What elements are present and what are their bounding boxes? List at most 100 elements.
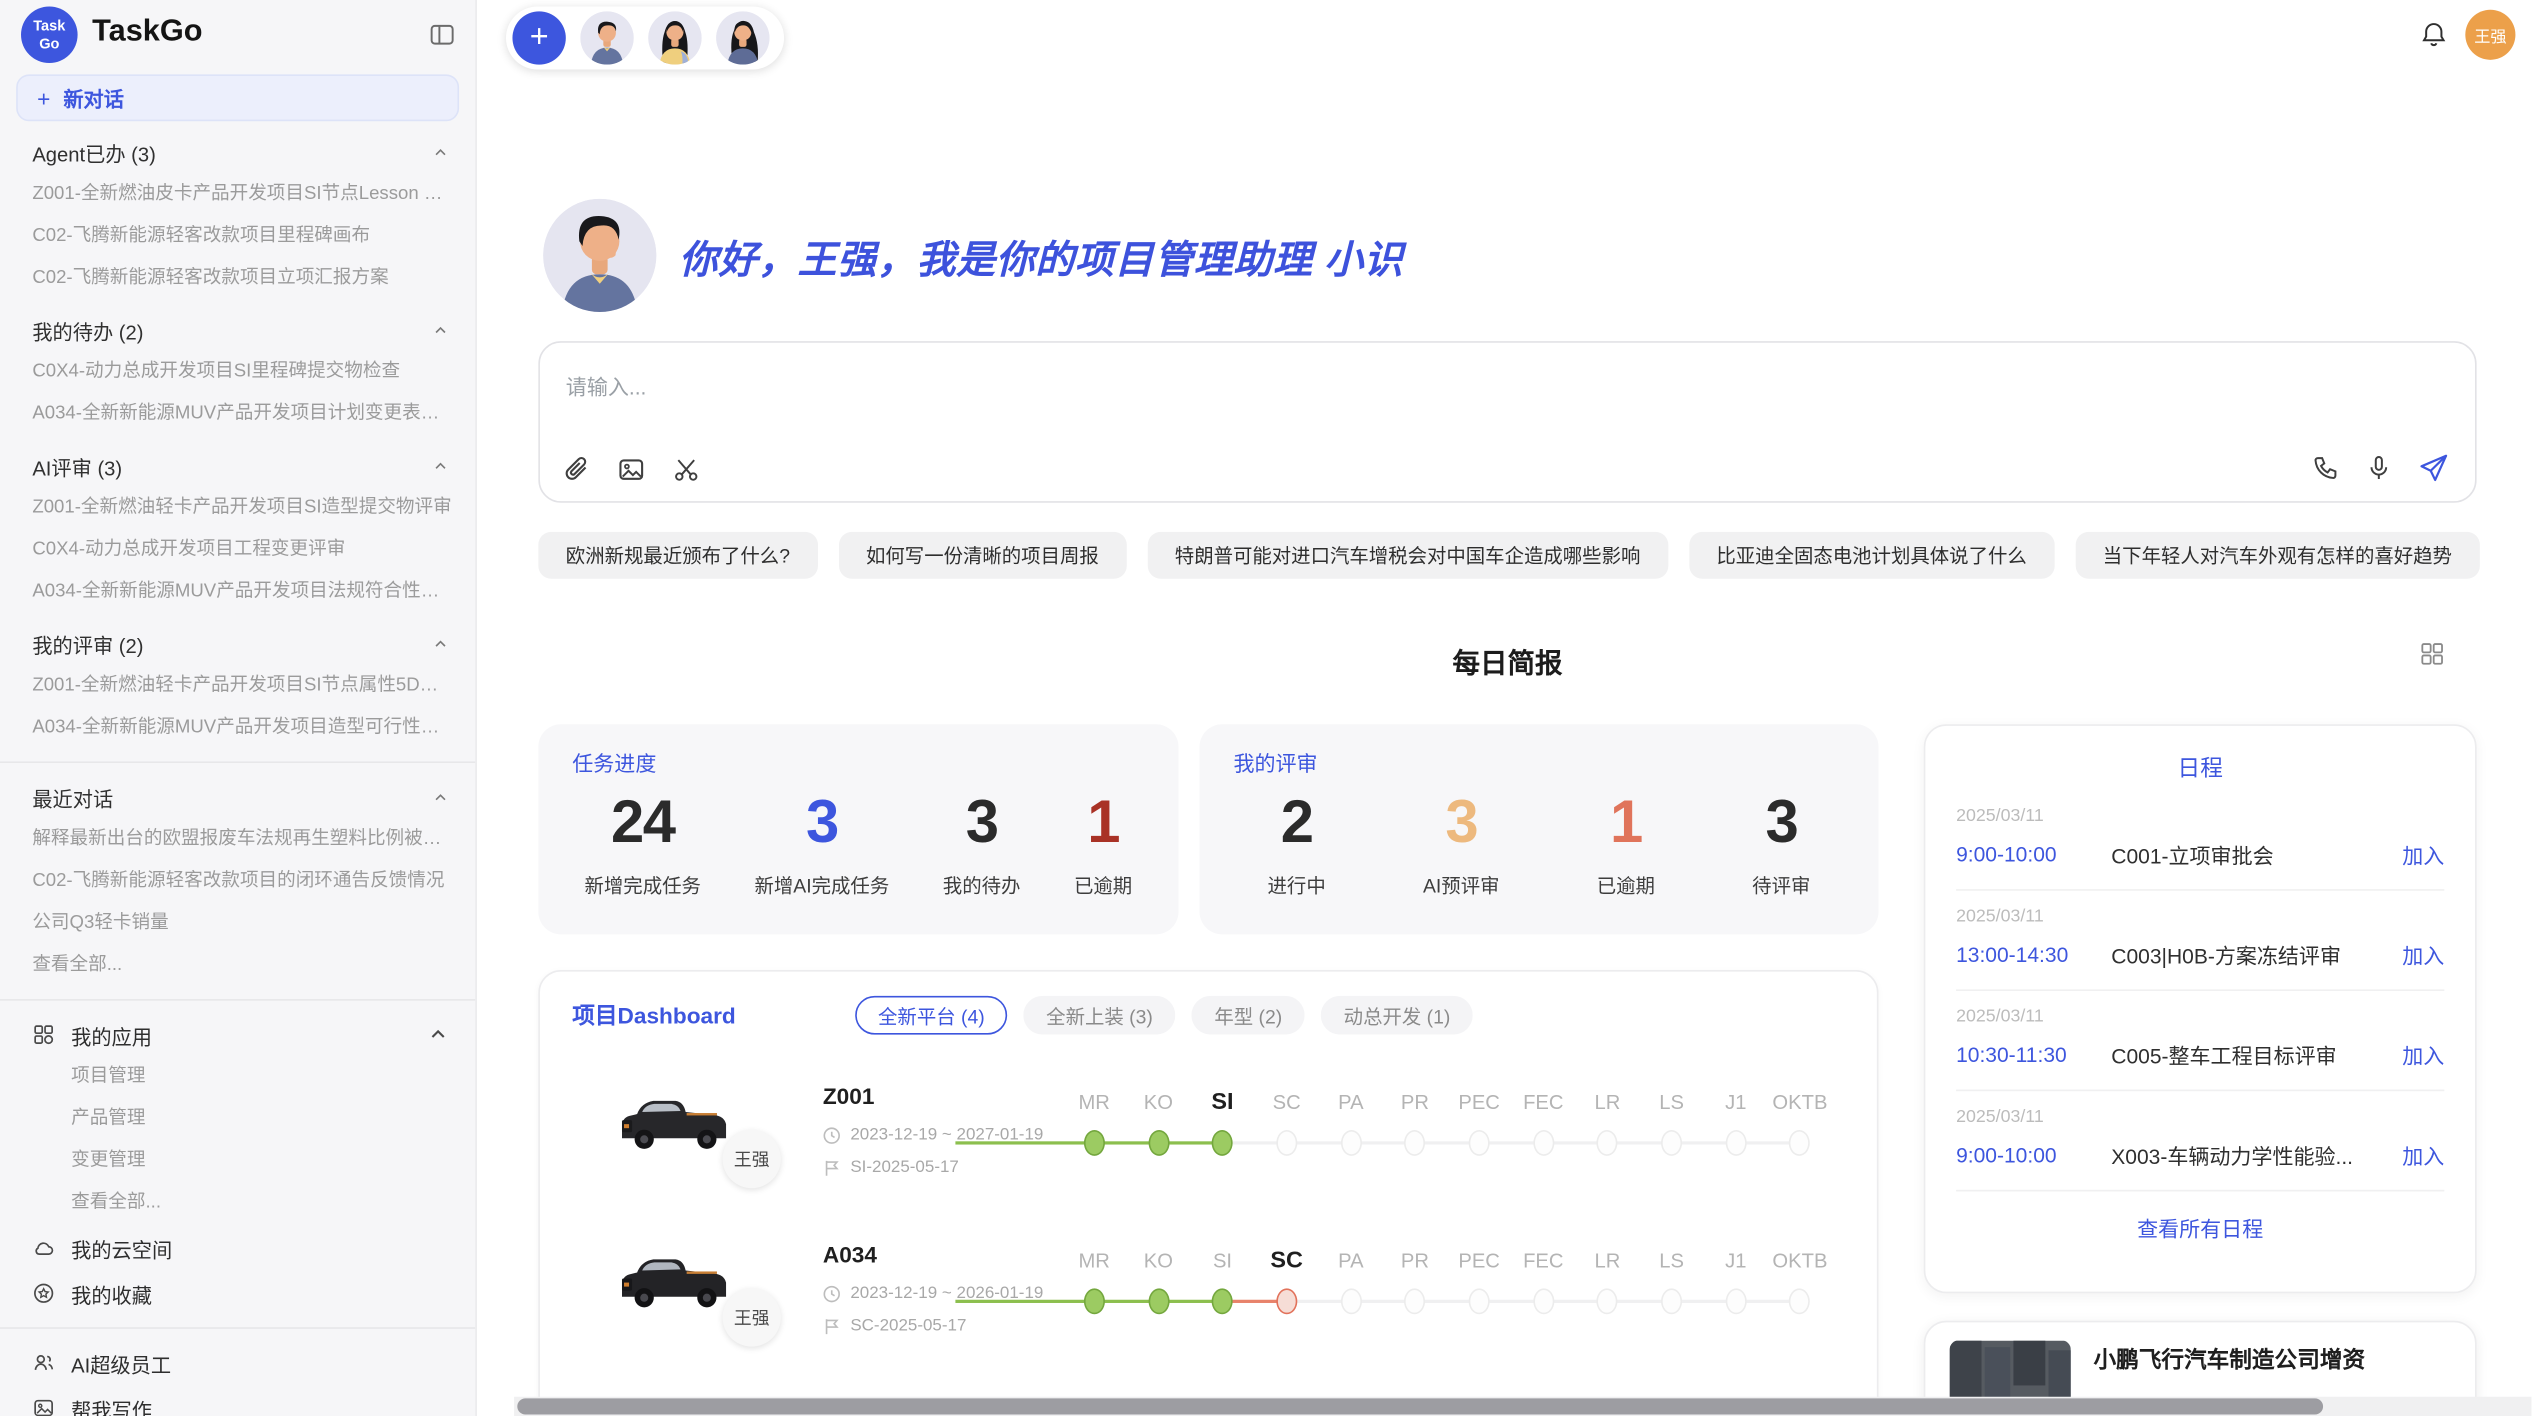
dashboard-tab[interactable]: 动总开发 (1) bbox=[1321, 996, 1473, 1035]
phone-icon[interactable] bbox=[2312, 454, 2339, 481]
chevron-up-icon[interactable] bbox=[432, 635, 450, 653]
sidebar-task-item[interactable]: A034-全新新能源MUV产品开发项目造型可行性评审 bbox=[0, 706, 475, 748]
sidebar-divider bbox=[0, 761, 475, 763]
suggestion-chip[interactable]: 如何写一份清晰的项目周报 bbox=[839, 532, 1127, 579]
stat: 1 已逾期 bbox=[1074, 792, 1132, 898]
milestone-label: J1 bbox=[1704, 1088, 1768, 1117]
sidebar-task-item[interactable]: A034-全新新能源MUV产品开发项目法规符合性评审 bbox=[0, 571, 475, 613]
sidebar-item-ai-staff[interactable]: AI超级员工 bbox=[0, 1342, 475, 1384]
mic-icon[interactable] bbox=[2365, 454, 2392, 481]
join-meeting-link[interactable]: 加入 bbox=[2402, 1039, 2444, 1070]
crew-avatar-male[interactable] bbox=[580, 11, 633, 64]
milestone-label: OKTB bbox=[1768, 1088, 1832, 1117]
sidebar-item-my-apps[interactable]: 我的应用 bbox=[0, 1014, 475, 1056]
image-icon[interactable] bbox=[618, 456, 645, 483]
crew-avatar-female-1[interactable] bbox=[648, 11, 701, 64]
schedule-row: 9:00-10:00 C001-立项审批会 加入 bbox=[1956, 839, 2444, 870]
schedule-list: 2025/03/11 9:00-10:00 C001-立项审批会 加入 2025… bbox=[1956, 791, 2444, 1192]
new-chat-button[interactable]: + 新对话 bbox=[16, 74, 459, 121]
milestone-dot bbox=[1661, 1130, 1682, 1156]
sidebar-task-item[interactable]: C02-飞腾新能源轻客改款项目立项汇报方案 bbox=[0, 257, 475, 299]
stat-label: 新增AI完成任务 bbox=[754, 871, 889, 898]
dashboard-tab[interactable]: 年型 (2) bbox=[1192, 996, 1305, 1035]
recent-chat-item[interactable]: 公司Q3轻卡销量 bbox=[0, 902, 475, 944]
stat-label: 进行中 bbox=[1268, 871, 1326, 898]
chevron-up-icon[interactable] bbox=[432, 143, 450, 161]
schedule-row: 13:00-14:30 C003|H0B-方案冻结评审 加入 bbox=[1956, 939, 2444, 970]
project-row-a034[interactable]: 王强 A034 2023-12-19 ~ 2026-01-19 SC-2025-… bbox=[540, 1227, 1877, 1385]
chevron-up-icon[interactable] bbox=[432, 321, 450, 339]
milestone-si: SI bbox=[1190, 1088, 1254, 1164]
chevron-up-icon[interactable] bbox=[432, 457, 450, 475]
project-code: A034 bbox=[823, 1242, 877, 1268]
sidebar-section-header[interactable]: 我的待办 (2) bbox=[0, 309, 475, 351]
project-row-z001[interactable]: 王强 Z001 2023-12-19 ~ 2027-01-19 SI-2025-… bbox=[540, 1069, 1877, 1227]
attachment-icon[interactable] bbox=[563, 456, 590, 483]
sidebar-task-item[interactable]: C0X4-动力总成开发项目SI里程碑提交物检查 bbox=[0, 351, 475, 393]
sidebar-section-title: 我的评审 (2) bbox=[32, 628, 143, 659]
suggestion-chip[interactable]: 特朗普可能对进口汽车增税会对中国车企造成哪些影响 bbox=[1147, 532, 1668, 579]
layout-grid-icon[interactable] bbox=[2420, 642, 2444, 666]
sidebar-item-help-write[interactable]: 帮我写作 bbox=[0, 1387, 475, 1416]
dashboard-tab[interactable]: 全新上装 (3) bbox=[1024, 996, 1176, 1035]
my-apps-list: 项目管理产品管理变更管理查看全部... bbox=[0, 1056, 475, 1224]
message-composer[interactable]: 请输入... bbox=[538, 341, 2476, 503]
sidebar-section-header[interactable]: AI评审 (3) bbox=[0, 445, 475, 487]
suggestion-chip[interactable]: 欧洲新规最近颁布了什么? bbox=[538, 532, 817, 579]
recent-chats-title: 最近对话 bbox=[32, 782, 113, 813]
sidebar-task-item[interactable]: Z001-全新燃油皮卡产品开发项目SI节点Lesson Learn报告 bbox=[0, 173, 475, 215]
dashboard-title: 项目Dashboard bbox=[572, 999, 735, 1031]
sidebar-section-header[interactable]: Agent已办 (3) bbox=[0, 131, 475, 173]
milestone-label: OKTB bbox=[1768, 1246, 1832, 1275]
favorites-label: 我的收藏 bbox=[71, 1278, 152, 1309]
stat: 3 我的待办 bbox=[943, 792, 1021, 898]
app-shortcut-item[interactable]: 变更管理 bbox=[0, 1140, 475, 1182]
stat-label: 我的待办 bbox=[943, 871, 1021, 898]
composer-placeholder: 请输入... bbox=[566, 370, 647, 401]
stat-label: AI预评审 bbox=[1423, 871, 1500, 898]
join-meeting-link[interactable]: 加入 bbox=[2402, 939, 2444, 970]
milestone-pec: PEC bbox=[1447, 1088, 1511, 1164]
milestone-dot bbox=[1597, 1130, 1618, 1156]
scissors-icon[interactable] bbox=[673, 456, 700, 483]
suggestion-chip[interactable]: 比亚迪全固态电池计划具体说了什么 bbox=[1689, 532, 2054, 579]
horizontal-scrollbar-track[interactable] bbox=[514, 1397, 2532, 1416]
dashboard-tab[interactable]: 全新平台 (4) bbox=[855, 996, 1007, 1035]
collapse-sidebar-icon[interactable] bbox=[428, 21, 455, 48]
sidebar-section-title: 我的待办 (2) bbox=[32, 314, 143, 345]
dashboard-header: 项目Dashboard 全新平台 (4) 全新上装 (3) 年型 (2) 动总开发 (… bbox=[540, 972, 1877, 1035]
view-all-schedule-link[interactable]: 查看所有日程 bbox=[1956, 1212, 2444, 1243]
recent-chat-item[interactable]: 查看全部... bbox=[0, 944, 475, 986]
card-title: 任务进度 bbox=[572, 747, 656, 778]
recent-chats-header[interactable]: 最近对话 bbox=[0, 776, 475, 818]
crew-avatar-female-2[interactable] bbox=[716, 11, 769, 64]
project-flag-label: SC-2025-05-17 bbox=[850, 1316, 966, 1335]
app-shortcut-item[interactable]: 产品管理 bbox=[0, 1098, 475, 1140]
sidebar-task-item[interactable]: Z001-全新燃油轻卡产品开发项目SI造型提交物评审 bbox=[0, 487, 475, 529]
milestone-label: PEC bbox=[1447, 1246, 1511, 1275]
add-member-button[interactable]: + bbox=[512, 11, 565, 64]
sidebar-task-item[interactable]: C02-飞腾新能源轻客改款项目里程碑画布 bbox=[0, 215, 475, 257]
sidebar-task-item[interactable]: C0X4-动力总成开发项目工程变更评审 bbox=[0, 529, 475, 571]
chevron-up-icon[interactable] bbox=[427, 1023, 450, 1046]
recent-chat-item[interactable]: 解释最新出台的欧盟报废车法规再生塑料比例被调至15%... bbox=[0, 818, 475, 860]
recent-chat-item[interactable]: C02-飞腾新能源轻客改款项目的闭环通告反馈情况 bbox=[0, 860, 475, 902]
horizontal-scrollbar-thumb[interactable] bbox=[517, 1398, 2323, 1414]
stat: 2 进行中 bbox=[1268, 792, 1326, 898]
sidebar-task-item[interactable]: Z001-全新燃油轻卡产品开发项目SI节点属性5D文件评审 bbox=[0, 664, 475, 706]
chevron-up-icon[interactable] bbox=[432, 788, 450, 806]
assistant-avatar-illustration bbox=[543, 199, 656, 312]
join-meeting-link[interactable]: 加入 bbox=[2402, 1140, 2444, 1171]
stat-value: 3 bbox=[1423, 792, 1500, 855]
suggestion-chip[interactable]: 当下年轻人对汽车外观有怎样的喜好趋势 bbox=[2075, 532, 2479, 579]
milestone-fec: FEC bbox=[1511, 1246, 1575, 1322]
sidebar-task-item[interactable]: A034-全新新能源MUV产品开发项目计划变更表编写 bbox=[0, 393, 475, 435]
sidebar-item-favorites[interactable]: 我的收藏 bbox=[0, 1272, 475, 1314]
topbar-crew-pill: + bbox=[506, 6, 784, 69]
sidebar-item-cloud-space[interactable]: 我的云空间 bbox=[0, 1227, 475, 1269]
app-shortcut-item[interactable]: 查看全部... bbox=[0, 1182, 475, 1224]
sidebar-section-header[interactable]: 我的评审 (2) bbox=[0, 622, 475, 664]
join-meeting-link[interactable]: 加入 bbox=[2402, 839, 2444, 870]
app-shortcut-item[interactable]: 项目管理 bbox=[0, 1056, 475, 1098]
send-icon[interactable] bbox=[2418, 453, 2449, 484]
